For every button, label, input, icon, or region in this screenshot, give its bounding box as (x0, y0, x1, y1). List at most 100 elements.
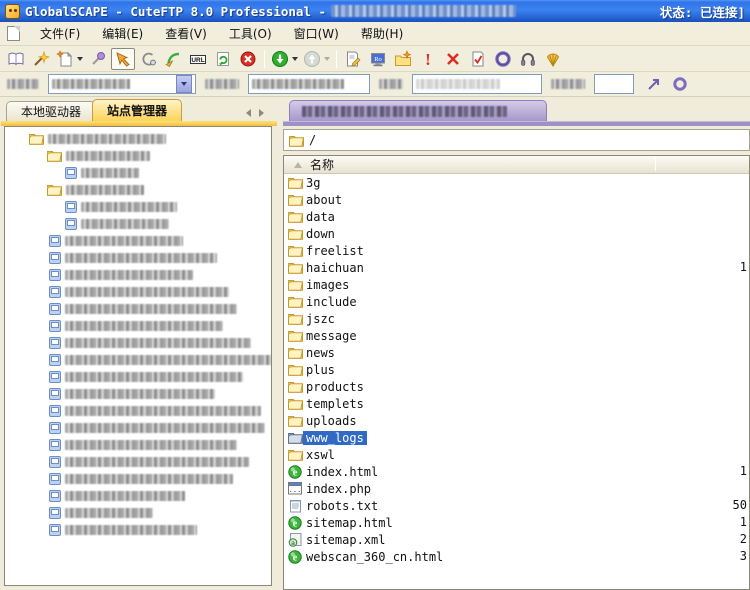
session-loop-button[interactable] (136, 48, 160, 70)
menu-help[interactable]: 帮助(H) (350, 22, 414, 45)
tab-local-drives[interactable]: 本地驱动器 (6, 101, 96, 121)
tree-item[interactable] (5, 266, 271, 283)
connect-button[interactable] (111, 48, 135, 70)
upload-button[interactable] (301, 48, 332, 70)
tree-item[interactable] (5, 419, 271, 436)
remote-path-bar[interactable]: / (283, 129, 750, 151)
file-row[interactable]: eindex.html1 (284, 463, 749, 480)
tree-item[interactable] (5, 283, 271, 300)
tree-item[interactable] (5, 215, 271, 232)
tree-item[interactable] (5, 249, 271, 266)
new-document-button[interactable] (54, 48, 85, 70)
tree-item[interactable] (5, 351, 271, 368)
file-name: index.php (303, 482, 374, 496)
tree-item[interactable] (5, 385, 271, 402)
file-row[interactable]: 3g (284, 174, 749, 191)
port-input[interactable] (594, 74, 634, 94)
pin-icon (89, 50, 107, 68)
tree-item[interactable] (5, 317, 271, 334)
file-name: templets (303, 397, 367, 411)
column-divider[interactable] (655, 158, 656, 171)
file-row[interactable]: include (284, 293, 749, 310)
tree-item[interactable] (5, 436, 271, 453)
username-input[interactable] (248, 74, 370, 94)
tree-item[interactable] (5, 334, 271, 351)
tree-item-label-redacted (65, 457, 249, 467)
download-button-dropdown-icon[interactable] (292, 57, 298, 61)
file-row[interactable]: down (284, 225, 749, 242)
file-row[interactable]: images (284, 276, 749, 293)
file-row[interactable]: plus (284, 361, 749, 378)
file-row[interactable]: data (284, 208, 749, 225)
site-icon (49, 371, 61, 383)
tab-scroll-left-icon[interactable] (246, 109, 251, 117)
file-row[interactable]: xswl (284, 446, 749, 463)
txt-file-icon (287, 499, 303, 513)
file-row[interactable]: robots.txt50 (284, 497, 749, 514)
file-row[interactable]: news (284, 344, 749, 361)
tree-item[interactable] (5, 198, 271, 215)
verify-button[interactable] (466, 48, 490, 70)
edit-file-button[interactable] (341, 48, 365, 70)
file-row[interactable]: freelist (284, 242, 749, 259)
tree-item[interactable] (5, 368, 271, 385)
file-row[interactable]: about (284, 191, 749, 208)
file-row[interactable]: ewebscan_360_cn.html3 (284, 548, 749, 565)
tree-item[interactable] (5, 232, 271, 249)
tree-item[interactable] (5, 504, 271, 521)
download-button[interactable] (269, 48, 300, 70)
reconnect-button[interactable] (161, 48, 185, 70)
tree-item[interactable] (5, 402, 271, 419)
file-row[interactable]: asitemap.xml2 (284, 531, 749, 548)
tree-item[interactable] (5, 164, 271, 181)
quick-connect-icon[interactable] (643, 73, 665, 95)
file-row[interactable]: message (284, 327, 749, 344)
file-row[interactable]: products (284, 378, 749, 395)
file-row[interactable]: uploads (284, 412, 749, 429)
file-row[interactable]: www_logs (284, 429, 749, 446)
podcast-button[interactable] (516, 48, 540, 70)
file-row[interactable]: esitemap.html1 (284, 514, 749, 531)
tree-item[interactable] (5, 181, 271, 198)
upload-button-dropdown-icon[interactable] (324, 57, 330, 61)
tree-item[interactable] (5, 487, 271, 504)
menu-edit[interactable]: 编辑(E) (91, 22, 154, 45)
menu-view[interactable]: 查看(V) (154, 22, 218, 45)
remote-site-tab[interactable] (289, 100, 547, 121)
file-row[interactable]: ...index.php (284, 480, 749, 497)
menu-window[interactable]: 窗口(W) (283, 22, 350, 45)
delete-button[interactable] (441, 48, 465, 70)
tree-item[interactable] (5, 130, 271, 147)
global-options-button[interactable] (491, 48, 515, 70)
priority-button[interactable]: ! (416, 48, 440, 70)
connection-wizard-button[interactable] (29, 48, 53, 70)
file-row[interactable]: haichuan1 (284, 259, 749, 276)
stop-button[interactable] (236, 48, 260, 70)
tree-item[interactable] (5, 453, 271, 470)
view-remote-button[interactable]: Ro (366, 48, 390, 70)
html-file-icon: e (287, 550, 303, 564)
menu-file[interactable]: 文件(F) (29, 22, 91, 45)
menu-tools[interactable]: 工具(O) (218, 22, 283, 45)
tree-item[interactable] (5, 300, 271, 317)
file-row[interactable]: jszc (284, 310, 749, 327)
list-header[interactable]: 名称 (284, 156, 749, 174)
connect-options-icon[interactable] (669, 73, 691, 95)
new-folder-button[interactable] (391, 48, 415, 70)
tree-item[interactable] (5, 147, 271, 164)
tree-item[interactable] (5, 521, 271, 538)
tab-site-manager[interactable]: 站点管理器 (92, 99, 182, 121)
refresh-button[interactable] (211, 48, 235, 70)
disconnect-button[interactable] (86, 48, 110, 70)
shell-button[interactable] (541, 48, 565, 70)
host-combobox[interactable] (48, 74, 196, 94)
new-document-button-dropdown-icon[interactable] (77, 57, 83, 61)
tab-scroll-right-icon[interactable] (259, 109, 264, 117)
file-row[interactable]: templets (284, 395, 749, 412)
host-dropdown-icon[interactable] (176, 75, 192, 93)
password-input[interactable] (412, 74, 542, 94)
folder-icon (287, 210, 303, 223)
open-url-button[interactable]: URL (186, 48, 210, 70)
address-book-button[interactable] (4, 48, 28, 70)
tree-item[interactable] (5, 470, 271, 487)
